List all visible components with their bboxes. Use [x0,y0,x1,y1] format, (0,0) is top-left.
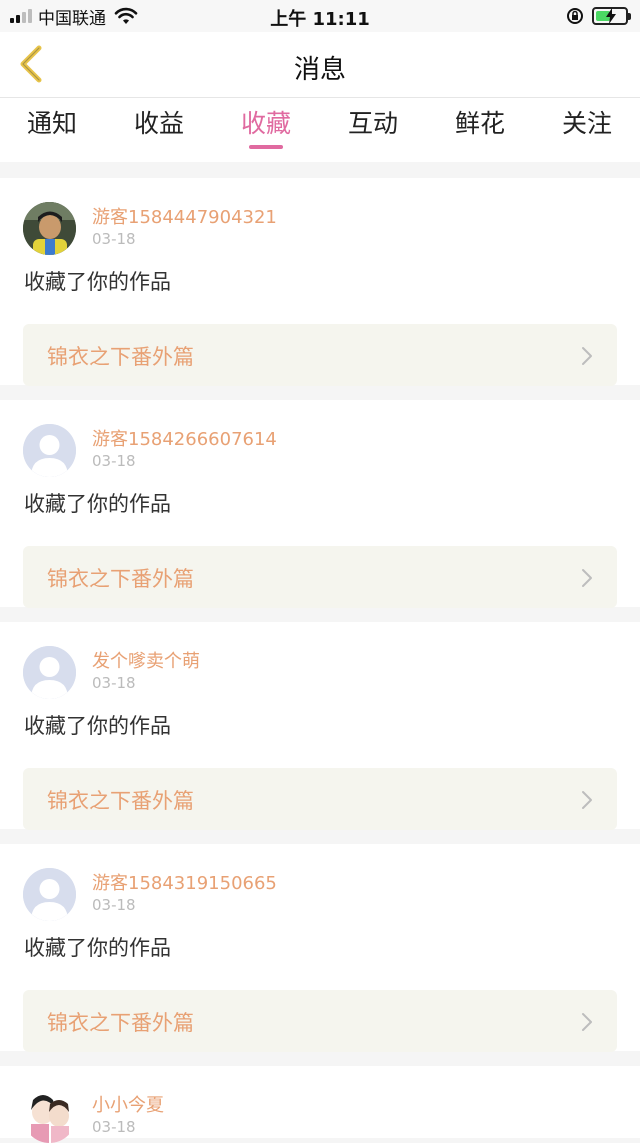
list-item: 游客1584319150665 03-18 收藏了你的作品 锦衣之下番外篇 [0,844,640,1052]
work-link[interactable]: 锦衣之下番外篇 [23,990,617,1052]
work-link[interactable]: 锦衣之下番外篇 [23,546,617,608]
chevron-right-icon [582,347,592,365]
default-avatar-icon [23,868,76,921]
work-link[interactable]: 锦衣之下番外篇 [23,768,617,830]
action-text: 收藏了你的作品 [24,936,171,960]
tab-bar: 通知 收益 收藏 互动 鲜花 关注 [0,98,640,162]
tab-flowers[interactable]: 鲜花 [435,104,525,154]
tab-notice[interactable]: 通知 [7,104,97,154]
work-link[interactable]: 锦衣之下番外篇 [23,324,617,386]
work-title: 锦衣之下番外篇 [47,789,194,813]
avatar[interactable] [23,1090,76,1143]
action-text: 收藏了你的作品 [24,714,171,738]
status-bar: 中国联通 上午 11:11 [0,0,640,32]
tab-interaction[interactable]: 互动 [328,104,418,154]
user-name[interactable]: 游客1584319150665 [92,869,277,895]
default-avatar-icon [23,646,76,699]
avatar[interactable] [23,202,76,255]
work-title: 锦衣之下番外篇 [47,567,194,591]
nav-bar: 消息 [0,32,640,98]
battery-icon [592,7,631,25]
work-title: 锦衣之下番外篇 [47,1011,194,1035]
list-item: 游客1584266607614 03-18 收藏了你的作品 锦衣之下番外篇 [0,400,640,608]
action-text: 收藏了你的作品 [24,270,171,294]
item-date: 03-18 [92,896,136,914]
tab-follow[interactable]: 关注 [542,104,632,154]
rotation-lock-icon [567,8,583,24]
user-name[interactable]: 游客1584266607614 [92,425,277,451]
tab-earnings[interactable]: 收益 [114,104,204,154]
active-tab-indicator [249,145,283,149]
item-date: 03-18 [92,230,136,248]
action-text: 收藏了你的作品 [24,492,171,516]
page-title: 消息 [293,55,346,85]
list-item: 游客1584447904321 03-18 收藏了你的作品 锦衣之下番外篇 [0,178,640,386]
user-name[interactable]: 发个嗲卖个萌 [92,647,200,673]
status-right [566,6,631,26]
avatar[interactable] [23,868,76,921]
tab-favorites[interactable]: 收藏 [221,104,311,154]
chevron-right-icon [582,569,592,587]
default-avatar-icon [23,424,76,477]
list-item: 小小今夏 03-18 [0,1066,640,1143]
avatar[interactable] [23,646,76,699]
avatar[interactable] [23,424,76,477]
item-date: 03-18 [92,452,136,470]
work-title: 锦衣之下番外篇 [47,345,194,369]
item-date: 03-18 [92,1118,136,1136]
user-name[interactable]: 游客1584447904321 [92,203,277,229]
chevron-right-icon [582,791,592,809]
chevron-right-icon [582,1013,592,1031]
status-time: 上午 11:11 [270,9,370,30]
user-photo-icon [23,202,76,255]
user-name[interactable]: 小小今夏 [92,1091,164,1117]
cartoon-avatar-icon [23,1090,76,1143]
item-date: 03-18 [92,674,136,692]
list-item: 发个嗲卖个萌 03-18 收藏了你的作品 锦衣之下番外篇 [0,622,640,830]
